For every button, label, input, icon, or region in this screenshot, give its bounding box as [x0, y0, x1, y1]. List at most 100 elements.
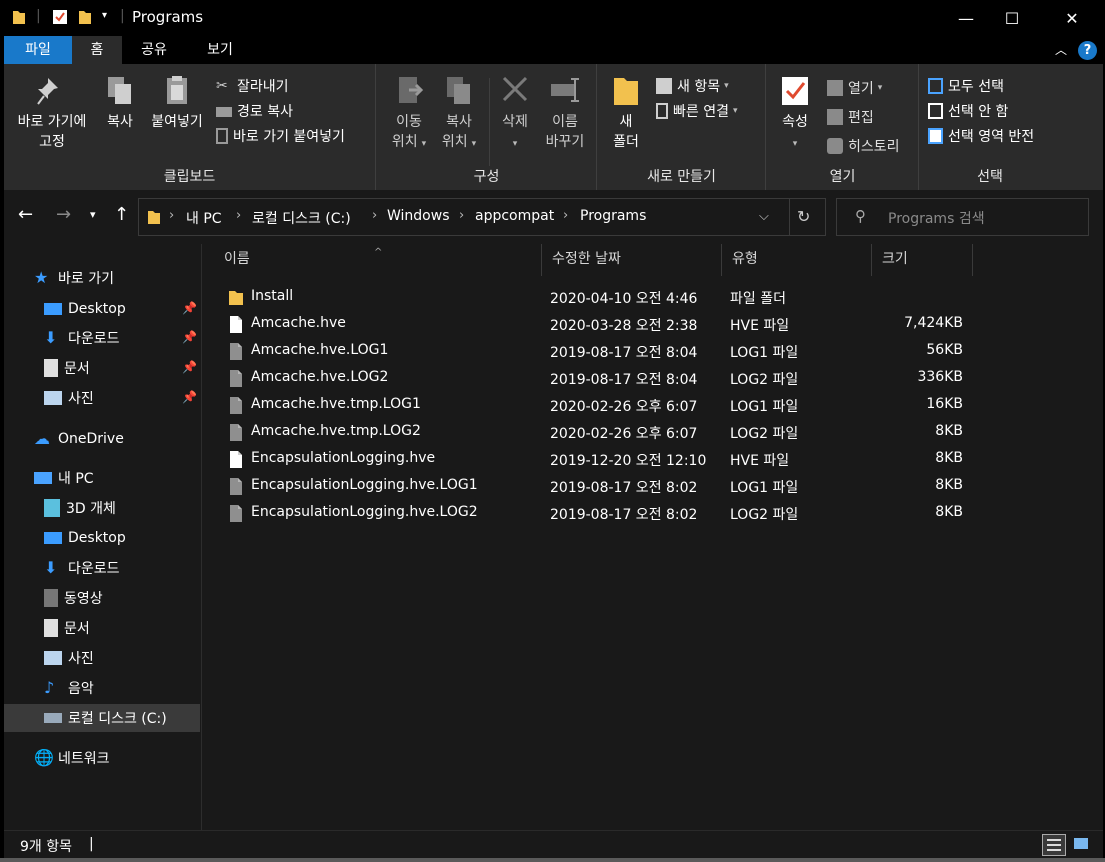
- breadcrumb-separator-icon[interactable]: ›: [169, 208, 174, 223]
- tab-file[interactable]: 파일: [4, 36, 72, 64]
- paste-button[interactable]: 붙여넣기: [146, 74, 208, 132]
- breadcrumb-appcompat[interactable]: appcompat: [475, 208, 554, 224]
- delete-button[interactable]: 삭제 ▾: [495, 74, 535, 154]
- ribbon: 바로 가기에 고정 복사 붙여넣기 ✂ 잘라내기 경로 복사 바로 가기 붙여넣…: [4, 64, 1103, 190]
- refresh-icon[interactable]: ↻: [797, 207, 810, 226]
- breadcrumb-windows[interactable]: Windows: [387, 208, 450, 224]
- file-row[interactable]: EncapsulationLogging.hve.LOG2 2019-08-17 …: [214, 500, 974, 527]
- file-row[interactable]: Amcache.hve.LOG1 2019-08-17 오전 8:04 LOG1 파…: [214, 338, 974, 365]
- nav-quick-desktop[interactable]: Desktop 📌: [4, 295, 200, 323]
- breadcrumb-separator-icon[interactable]: ›: [372, 208, 377, 223]
- breadcrumb-this-pc[interactable]: 내 PC: [186, 208, 222, 228]
- file-modified-date: 2020-04-10 오전 4:46: [550, 291, 698, 307]
- collapse-ribbon-icon[interactable]: ︿: [1050, 36, 1072, 64]
- nav-pc-desktop[interactable]: Desktop: [4, 524, 200, 552]
- properties-button[interactable]: 속성 ▾: [773, 74, 817, 154]
- pin-quick-access-button[interactable]: 바로 가기에 고정: [10, 74, 94, 152]
- file-row[interactable]: EncapsulationLogging.hve.LOG1 2019-08-17 …: [214, 473, 974, 500]
- move-to-button[interactable]: 이동 위치 ▾: [385, 74, 433, 154]
- edit-icon: [827, 109, 843, 125]
- pin-icon[interactable]: 📌: [182, 360, 197, 374]
- pin-icon[interactable]: 📌: [182, 390, 197, 404]
- file-row[interactable]: Amcache.hve.tmp.LOG1 2020-02-26 오후 6:07 LO…: [214, 392, 974, 419]
- search-input[interactable]: ⚲ Programs 검색: [836, 198, 1089, 236]
- customize-quickaccess-dropdown[interactable]: ▾: [102, 10, 107, 21]
- nav-this-pc[interactable]: 내 PC: [4, 464, 200, 492]
- column-header-size[interactable]: 크기: [872, 244, 973, 276]
- new-folder-button[interactable]: 새 폴더: [604, 74, 648, 152]
- nav-pc-documents[interactable]: 문서: [4, 614, 200, 642]
- main-area: ★ 바로 가기 Desktop 📌 ⬇ 다운로드 📌 문서 📌 사진 📌 ☁ O…: [4, 244, 1103, 830]
- nav-network[interactable]: 🌐 네트워크: [4, 744, 200, 772]
- navigation-pane: ★ 바로 가기 Desktop 📌 ⬇ 다운로드 📌 문서 📌 사진 📌 ☁ O…: [4, 244, 200, 830]
- easy-access-button[interactable]: 빠른 연결 ▾: [656, 101, 738, 121]
- breadcrumb-separator-icon[interactable]: ›: [459, 208, 464, 223]
- recent-locations-chevron-icon[interactable]: ▾: [90, 208, 96, 221]
- select-all-button[interactable]: 모두 선택: [928, 76, 1004, 96]
- properties-quick-icon[interactable]: [52, 9, 68, 25]
- help-icon[interactable]: ?: [1078, 41, 1097, 60]
- copy-button[interactable]: 복사: [100, 74, 140, 132]
- pane-splitter[interactable]: [201, 244, 202, 830]
- close-button[interactable]: ✕: [1049, 0, 1095, 36]
- file-row[interactable]: Amcache.hve 2020-03-28 오전 2:38 HVE 파일 7,424…: [214, 311, 974, 338]
- edit-button[interactable]: 편집: [827, 107, 874, 127]
- nav-quick-downloads[interactable]: ⬇ 다운로드 📌: [4, 324, 200, 352]
- tab-home[interactable]: 홈: [72, 36, 122, 64]
- nav-quick-documents[interactable]: 문서 📌: [4, 354, 200, 382]
- file-row[interactable]: Install 2020-04-10 오전 4:46 파일 폴더: [214, 284, 974, 311]
- new-item-button[interactable]: 새 항목 ▾: [656, 76, 729, 96]
- open-button[interactable]: 열기 ▾: [827, 78, 882, 98]
- invert-selection-button[interactable]: 선택 영역 반전: [928, 126, 1034, 146]
- forward-arrow-icon[interactable]: →: [56, 204, 71, 225]
- breadcrumb-programs[interactable]: Programs: [580, 208, 646, 224]
- paste-shortcut-button[interactable]: 바로 가기 붙여넣기: [216, 126, 345, 146]
- nav-quick-access[interactable]: ★ 바로 가기: [4, 264, 200, 292]
- nav-pc-pictures[interactable]: 사진: [4, 644, 200, 672]
- minimize-button[interactable]: —: [943, 0, 989, 36]
- back-arrow-icon[interactable]: ←: [18, 204, 33, 225]
- paste-shortcut-icon: [216, 128, 228, 144]
- nav-pc-desktop-label: Desktop: [68, 530, 126, 546]
- nav-quick-pictures[interactable]: 사진 📌: [4, 384, 200, 412]
- rename-button[interactable]: 이름 바꾸기: [537, 74, 593, 152]
- network-icon: 🌐: [34, 748, 54, 767]
- cut-button[interactable]: ✂ 잘라내기: [216, 76, 289, 96]
- address-bar[interactable]: › 내 PC › 로컬 디스크 (C:) › Windows › appcomp…: [138, 198, 826, 236]
- maximize-button[interactable]: ☐: [989, 0, 1035, 36]
- breadcrumb-separator-icon[interactable]: ›: [236, 208, 241, 223]
- pin-icon[interactable]: 📌: [182, 330, 197, 344]
- up-arrow-icon[interactable]: ↑: [114, 204, 129, 225]
- column-header-date[interactable]: 수정한 날짜: [542, 244, 722, 276]
- sort-ascending-icon: ^: [374, 247, 383, 258]
- file-name: Amcache.hve.tmp.LOG1: [251, 396, 421, 412]
- column-header-name[interactable]: ^ 이름: [214, 244, 542, 276]
- folder-icon[interactable]: [12, 9, 26, 25]
- file-row[interactable]: EncapsulationLogging.hve 2019-12-20 오전 12…: [214, 446, 974, 473]
- copy-to-button[interactable]: 복사 위치 ▾: [435, 74, 483, 154]
- file-name: EncapsulationLogging.hve: [251, 450, 436, 466]
- nav-pc-videos[interactable]: 동영상: [4, 584, 200, 612]
- new-folder-quick-icon[interactable]: [78, 9, 92, 25]
- large-icons-view-button[interactable]: [1070, 834, 1094, 856]
- breadcrumb-local-disk[interactable]: 로컬 디스크 (C:): [252, 208, 351, 228]
- history-button[interactable]: 히스토리: [827, 136, 900, 156]
- nav-local-disk[interactable]: 로컬 디스크 (C:): [4, 704, 200, 732]
- pin-icon[interactable]: 📌: [182, 301, 197, 315]
- details-view-button[interactable]: [1042, 834, 1066, 856]
- file-row[interactable]: Amcache.hve.LOG2 2019-08-17 오전 8:04 LOG2 파…: [214, 365, 974, 392]
- address-history-chevron-icon[interactable]: ⌵: [759, 209, 769, 224]
- file-row[interactable]: Amcache.hve.tmp.LOG2 2020-02-26 오후 6:07 LO…: [214, 419, 974, 446]
- nav-pc-music[interactable]: ♪ 음악: [4, 674, 200, 702]
- nav-3d-objects[interactable]: 3D 개체: [4, 494, 200, 522]
- select-none-button[interactable]: 선택 안 함: [928, 101, 1008, 121]
- nav-onedrive[interactable]: ☁ OneDrive: [4, 425, 200, 453]
- nav-pc-downloads[interactable]: ⬇ 다운로드: [4, 554, 200, 582]
- select-none-label: 선택 안 함: [948, 104, 1009, 120]
- breadcrumb-separator-icon[interactable]: ›: [563, 208, 568, 223]
- column-header-type[interactable]: 유형: [722, 244, 872, 276]
- bottom-strip: [0, 858, 1105, 862]
- tab-view[interactable]: 보기: [190, 36, 250, 64]
- copy-path-button[interactable]: 경로 복사: [216, 101, 293, 121]
- tab-share[interactable]: 공유: [126, 36, 182, 64]
